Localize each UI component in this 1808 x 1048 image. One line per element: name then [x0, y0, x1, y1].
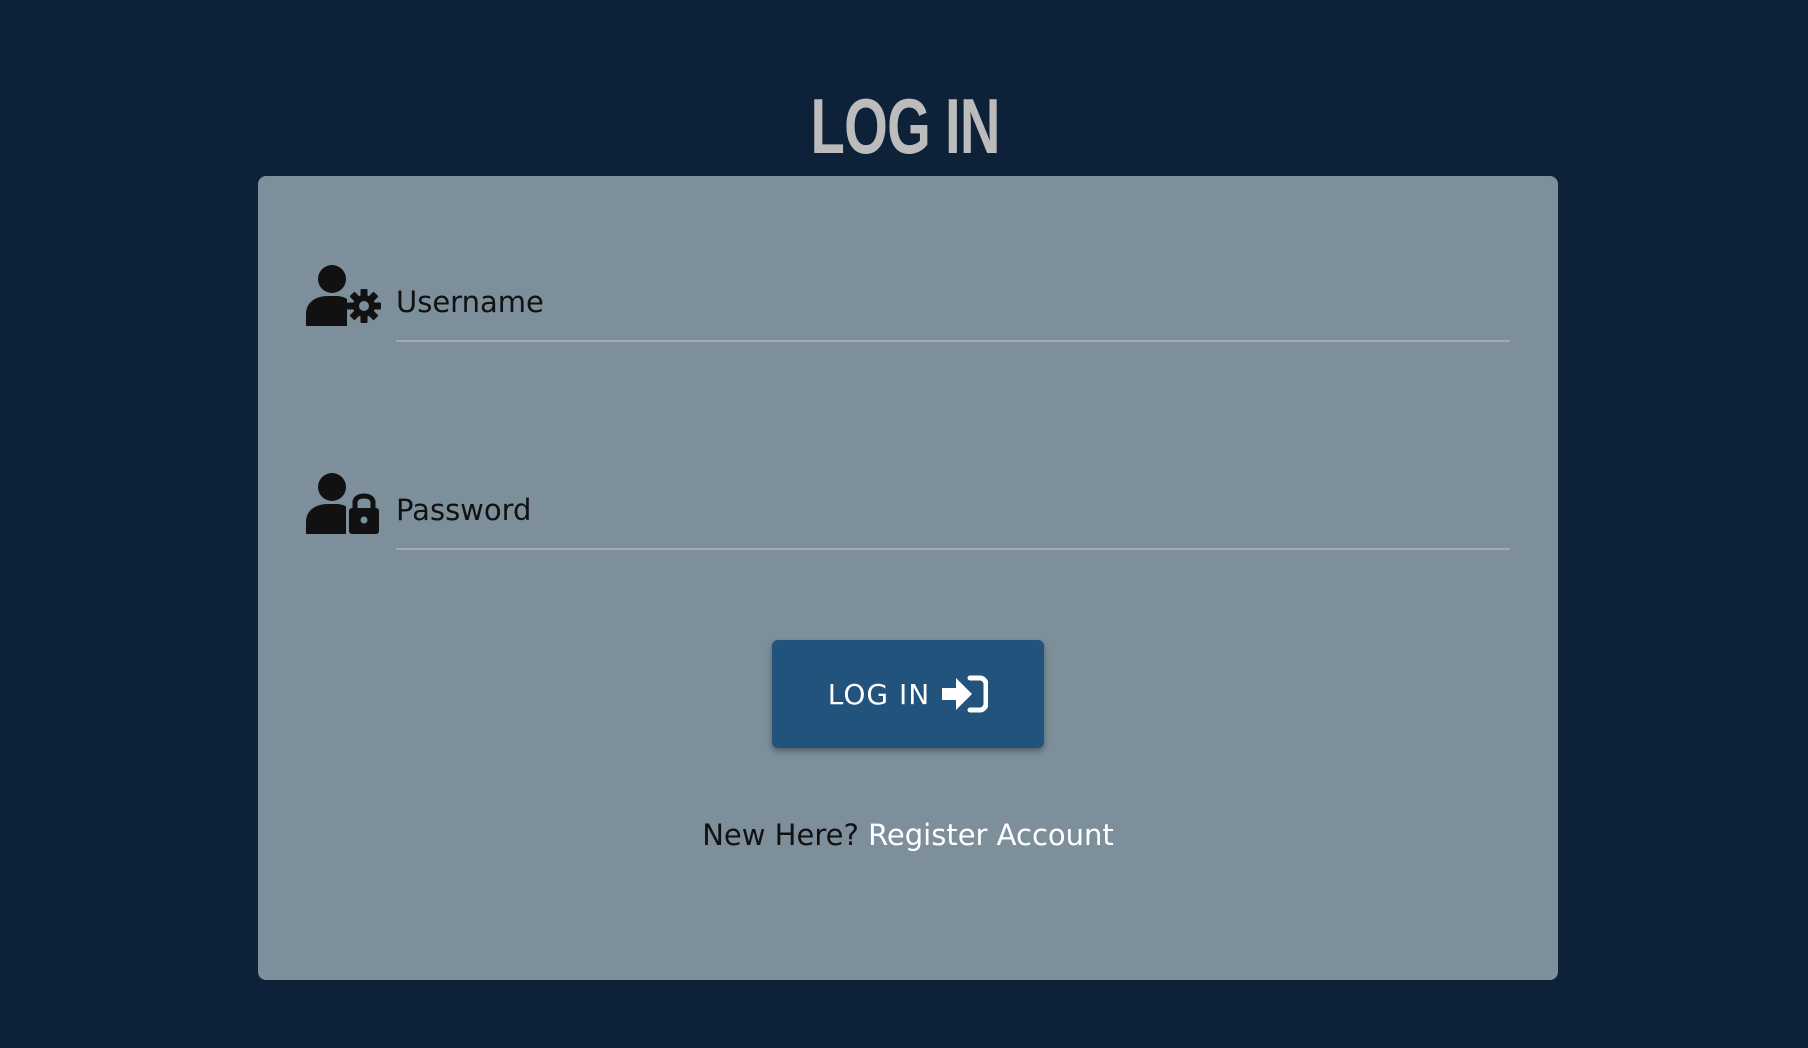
user-gear-icon	[306, 264, 384, 326]
login-button[interactable]: LOG IN	[772, 640, 1044, 748]
login-button-label: LOG IN	[827, 677, 931, 711]
register-account-link[interactable]: Register Account	[868, 818, 1114, 852]
user-lock-icon	[306, 472, 384, 534]
page-title: LOG IN	[810, 82, 1001, 171]
username-input[interactable]	[396, 264, 1510, 342]
sign-in-icon	[940, 675, 989, 713]
username-field-group	[306, 264, 1510, 344]
password-input[interactable]	[396, 472, 1510, 550]
password-field-group	[306, 472, 1510, 552]
register-prompt: New Here? Register Account	[258, 818, 1558, 852]
register-prompt-text: New Here?	[702, 818, 859, 852]
login-card: LOG IN New Here? Register Account	[258, 176, 1558, 980]
